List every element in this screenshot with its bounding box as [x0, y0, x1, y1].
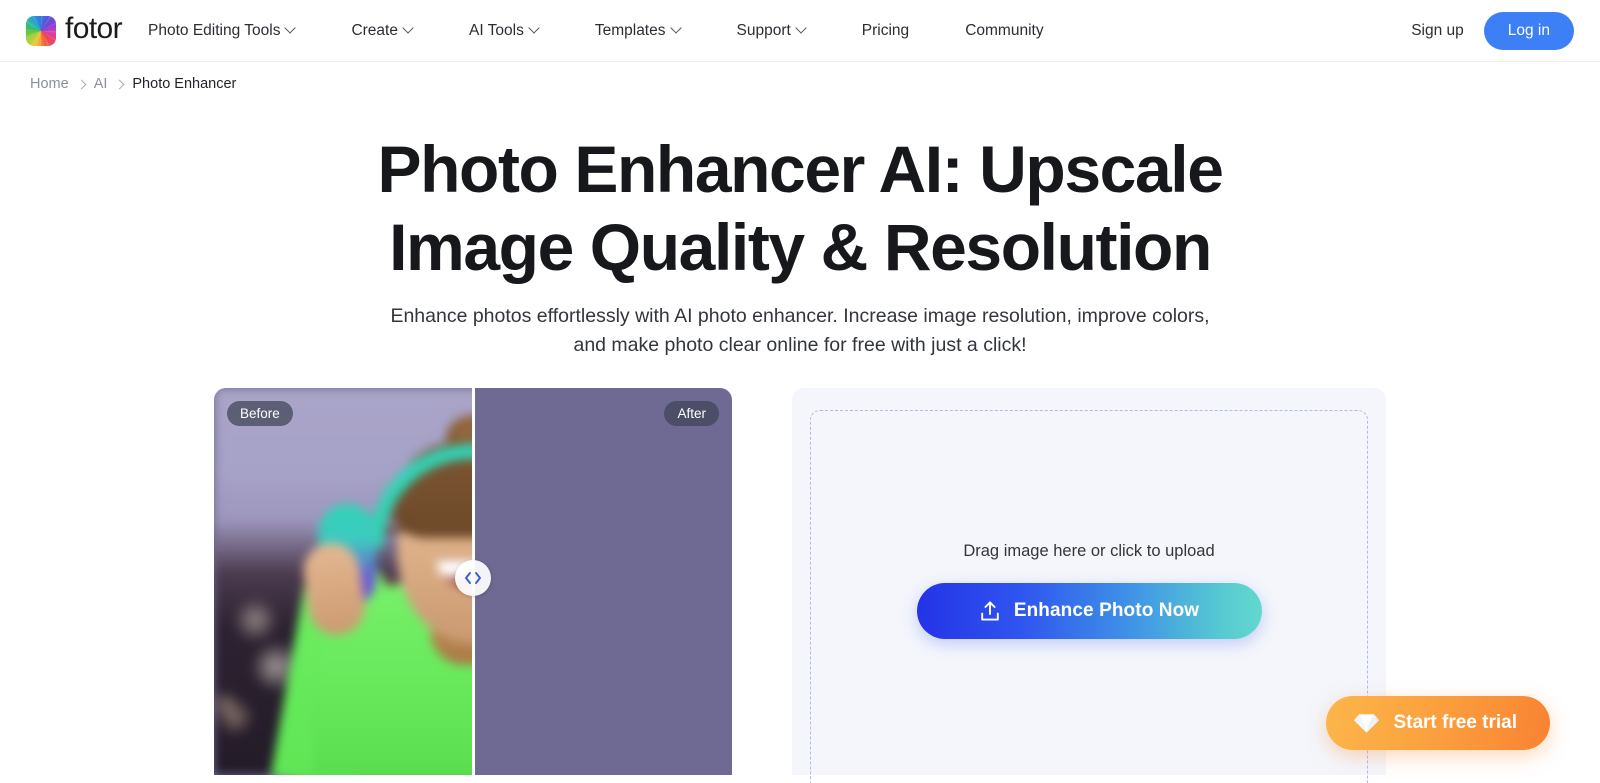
start-free-trial-button[interactable]: Start free trial	[1326, 696, 1550, 750]
nav-item-community[interactable]: Community	[965, 14, 1043, 48]
before-label-badge: Before	[227, 401, 293, 426]
enhance-photo-now-button[interactable]: Enhance Photo Now	[916, 583, 1262, 639]
before-after-comparison[interactable]: Before After	[214, 388, 732, 775]
nav-item-label: Photo Editing Tools	[148, 21, 281, 39]
chevron-down-icon	[286, 24, 295, 33]
diamond-gem-icon	[1354, 714, 1380, 733]
page-title: Photo Enhancer AI: Upscale Image Quality…	[0, 130, 1600, 286]
header-actions: Sign up Log in	[1411, 11, 1574, 50]
chevron-down-icon	[404, 24, 413, 33]
chevron-right-icon	[76, 79, 87, 89]
chevron-right-icon	[114, 79, 125, 89]
nav-item-label: Community	[965, 21, 1044, 39]
log-in-button[interactable]: Log in	[1483, 11, 1574, 50]
sign-up-link[interactable]: Sign up	[1411, 22, 1464, 40]
breadcrumb-item-home[interactable]: Home	[30, 76, 69, 92]
breadcrumb-item-photo-enhancer: Photo Enhancer	[132, 76, 237, 92]
nav-item-label: Templates	[594, 21, 666, 39]
brand-logo[interactable]: fotor	[26, 12, 123, 47]
enhance-button-label: Enhance Photo Now	[1013, 600, 1200, 621]
hero-section: Photo Enhancer AI: Upscale Image Quality…	[0, 92, 1600, 360]
upload-icon	[981, 600, 999, 621]
breadcrumb-item-ai[interactable]: AI	[94, 76, 108, 92]
nav-item-pricing[interactable]: Pricing	[862, 14, 909, 48]
chevron-down-icon	[797, 24, 806, 33]
page-subtitle: Enhance photos effortlessly with AI phot…	[0, 302, 1600, 360]
dropzone-instruction: Drag image here or click to upload	[963, 542, 1215, 560]
before-image-half	[214, 388, 473, 775]
upload-dropzone[interactable]: Drag image here or click to upload Enhan…	[810, 410, 1368, 783]
brand-name: fotor	[65, 12, 123, 45]
primary-nav: Photo Editing Tools Create AI Tools Temp…	[148, 14, 1044, 48]
headphone-band	[368, 444, 473, 549]
nav-item-photo-editing-tools[interactable]: Photo Editing Tools	[148, 14, 295, 48]
start-free-trial-label: Start free trial	[1393, 712, 1517, 733]
after-label-badge: After	[664, 401, 719, 426]
nav-item-create[interactable]: Create	[351, 14, 413, 48]
page-title-line-2: Image Quality & Resolution	[389, 210, 1212, 284]
breadcrumb: Home AI Photo Enhancer	[0, 62, 1600, 92]
page-subtitle-line-1: Enhance photos effortlessly with AI phot…	[390, 305, 1210, 327]
nav-item-ai-tools[interactable]: AI Tools	[469, 14, 539, 48]
chevron-down-icon	[672, 24, 681, 33]
upload-panel: Drag image here or click to upload Enhan…	[792, 388, 1386, 783]
nav-item-templates[interactable]: Templates	[595, 14, 681, 48]
nav-item-support[interactable]: Support	[737, 14, 806, 48]
chevron-down-icon	[530, 24, 539, 33]
page-subtitle-line-2: and make photo clear online for free wit…	[573, 334, 1027, 356]
nav-item-label: Create	[351, 21, 398, 39]
before-image	[214, 388, 473, 775]
nav-item-label: Support	[736, 21, 791, 39]
nav-item-label: AI Tools	[468, 21, 524, 39]
left-right-chevrons-icon	[465, 571, 481, 584]
comparison-slider-handle[interactable]	[455, 559, 491, 596]
page-title-line-1: Photo Enhancer AI: Upscale	[377, 132, 1224, 206]
site-header: fotor Photo Editing Tools Create AI Tool…	[0, 0, 1600, 62]
fotor-color-wheel-logo-icon	[26, 15, 56, 46]
nav-item-label: Pricing	[861, 21, 910, 39]
photo-subject	[214, 388, 473, 775]
